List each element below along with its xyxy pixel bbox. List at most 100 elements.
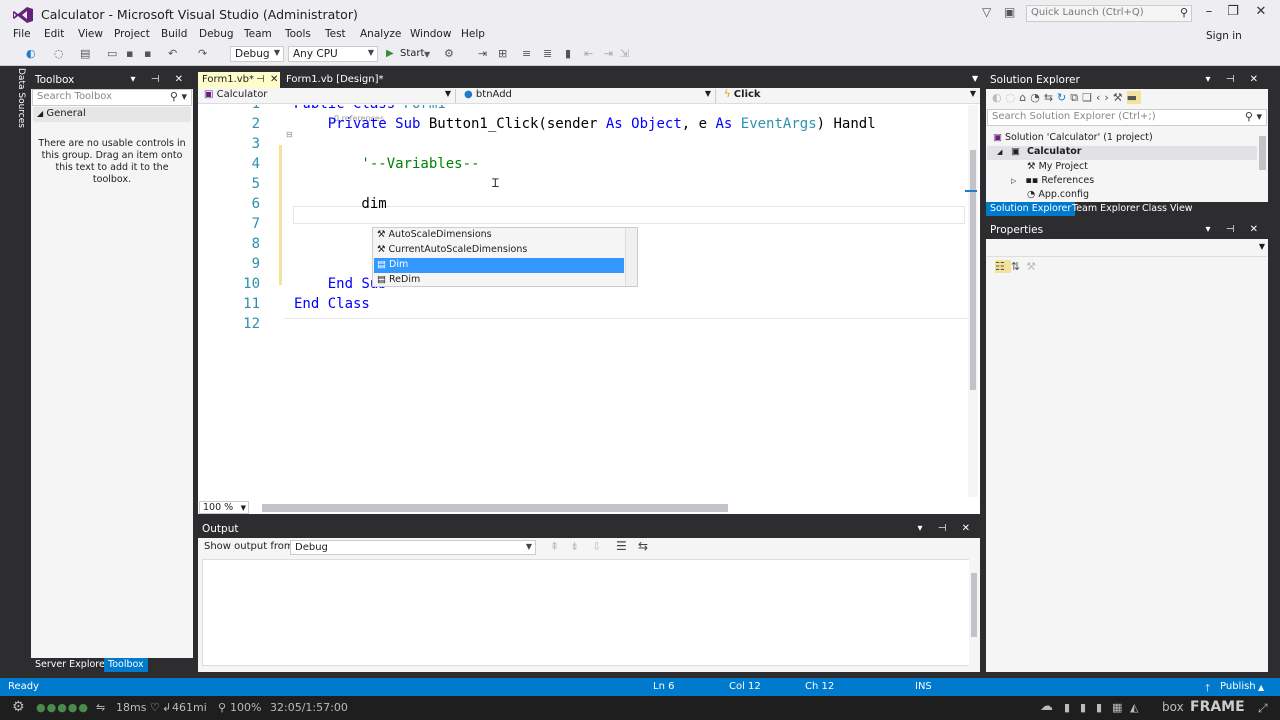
start-play-icon[interactable]: ▶: [386, 48, 394, 59]
comment-icon[interactable]: ≡: [522, 47, 531, 60]
tab-toolbox[interactable]: Toolbox: [104, 658, 148, 672]
menu-team[interactable]: Team: [244, 28, 272, 40]
collapse-icon[interactable]: ⊟: [286, 130, 293, 139]
tree-node-app-config[interactable]: ◔ App.config: [1027, 189, 1089, 200]
pin-icon[interactable]: ⊣: [256, 74, 265, 85]
tree-node-solution[interactable]: ▣ Solution 'Calculator' (1 project): [993, 132, 1153, 143]
tab-server-explorer[interactable]: Server Explorer: [31, 658, 113, 672]
data-sources-tab[interactable]: Data Sources: [10, 68, 26, 128]
code-line[interactable]: '--Variables--: [294, 156, 479, 172]
properties-wrench-icon[interactable]: ⚒: [1113, 91, 1127, 104]
forward-icon[interactable]: ◌: [1006, 91, 1020, 104]
panel-window-buttons[interactable]: ▾ ⊣ ✕: [1206, 224, 1264, 235]
prev-message-icon[interactable]: ⇞: [550, 540, 559, 553]
save-all-icon[interactable]: ▪: [144, 47, 151, 60]
sync-icon[interactable]: ⇆: [1044, 91, 1057, 104]
feedback-icon[interactable]: ▣: [1004, 5, 1015, 19]
code-area[interactable]: ⊟ 0 references 123456789101112 Public Cl…: [198, 105, 968, 499]
horizontal-scrollbar-thumb[interactable]: [262, 504, 728, 512]
tree-node-references[interactable]: ▷ ▪▪ References: [1011, 175, 1094, 186]
tab-solution-explorer[interactable]: Solution Explorer: [986, 202, 1076, 216]
minimize-button[interactable]: –: [1198, 4, 1220, 19]
panel-window-buttons[interactable]: ▾ ⊣ ✕: [131, 74, 189, 85]
home-icon[interactable]: ⌂: [1019, 91, 1030, 104]
filter-icon[interactable]: ▽: [982, 5, 991, 19]
code-line[interactable]: End Class: [294, 296, 370, 312]
chevron-up-icon[interactable]: ▲: [1258, 683, 1264, 692]
tab-team-explorer[interactable]: Team Explorer: [1068, 202, 1144, 216]
word-wrap-icon[interactable]: ⇆: [638, 539, 648, 553]
quick-launch-input[interactable]: Quick Launch (Ctrl+Q) ⚲: [1026, 5, 1192, 22]
start-button[interactable]: Start: [400, 48, 424, 59]
bookmark-icon[interactable]: ▮: [565, 47, 571, 60]
menu-project[interactable]: Project: [114, 28, 150, 40]
next-bookmark-icon[interactable]: ⇥: [604, 47, 613, 60]
menu-analyze[interactable]: Analyze: [360, 28, 401, 40]
intellisense-item[interactable]: ⚒ AutoScaleDimensions: [374, 228, 624, 243]
panel-window-buttons[interactable]: ▾ ⊣ ✕: [918, 523, 976, 534]
refresh-icon[interactable]: ↻: [1057, 91, 1070, 104]
tab-form1-vb[interactable]: Form1.vb* ⊣ ✕: [198, 72, 280, 88]
menu-help[interactable]: Help: [461, 28, 485, 40]
menu-debug[interactable]: Debug: [199, 28, 234, 40]
breakpoint-icon[interactable]: ⊞: [498, 47, 507, 60]
popup-scrollbar[interactable]: [625, 228, 637, 286]
close-button[interactable]: ✕: [1250, 4, 1272, 19]
output-scrollbar[interactable]: [969, 559, 979, 666]
history-icon[interactable]: ◔: [1030, 91, 1044, 104]
attach-icon[interactable]: ⚙: [444, 47, 454, 60]
expand-icon[interactable]: ⤢: [1258, 701, 1268, 716]
zoom-select[interactable]: 100 % ▼: [199, 501, 249, 514]
find-message-icon[interactable]: ⇩: [592, 540, 601, 553]
publish-button[interactable]: Publish: [1220, 681, 1256, 692]
editor-vertical-scrollbar[interactable]: [965, 105, 978, 497]
menu-file[interactable]: File: [13, 28, 31, 40]
prev-bookmark-icon[interactable]: ⇤: [584, 47, 593, 60]
solution-configuration-select[interactable]: Debug ▼: [230, 46, 284, 62]
step-icon[interactable]: ⇥: [478, 47, 487, 60]
categorized-icon[interactable]: ☷: [995, 260, 1011, 273]
back-icon[interactable]: ◐: [992, 91, 1006, 104]
scrollbar-thumb[interactable]: [971, 573, 977, 637]
uncomment-icon[interactable]: ≣: [543, 47, 552, 60]
tree-node-my-project[interactable]: ⚒ My Project: [1027, 161, 1088, 172]
scrollbar-thumb[interactable]: [970, 150, 976, 390]
intellisense-item[interactable]: ▤ ReDim: [374, 273, 624, 288]
copy-icon[interactable]: ❏: [1082, 91, 1096, 104]
tab-class-view[interactable]: Class View: [1138, 202, 1197, 216]
forward-icon[interactable]: ◌: [54, 47, 64, 60]
solution-tree-scrollbar[interactable]: [1258, 128, 1267, 200]
menu-edit[interactable]: Edit: [44, 28, 64, 40]
menu-build[interactable]: Build: [161, 28, 187, 40]
alphabetical-icon[interactable]: ⇅: [1011, 260, 1026, 273]
object-dropdown[interactable]: ● btnAdd ▼: [460, 89, 716, 103]
close-tab-icon[interactable]: ✕: [270, 74, 278, 85]
clear-bookmarks-icon[interactable]: ⇲: [620, 47, 629, 60]
output-source-select[interactable]: Debug ▼: [290, 540, 536, 555]
code-line[interactable]: Private Sub Button1_Click(sender As Obje…: [294, 116, 876, 132]
back-icon[interactable]: ◐: [26, 47, 36, 60]
undo-icon[interactable]: ↶: [168, 47, 177, 60]
tree-node-calculator[interactable]: ◢ ▣ Calculator: [987, 146, 1257, 160]
tab-overflow-icon[interactable]: ▼: [968, 72, 982, 88]
solution-explorer-search-input[interactable]: Search Solution Explorer (Ctrl+;) ⚲ ▾: [987, 109, 1267, 126]
intellisense-item[interactable]: ▤ Dim: [374, 258, 624, 273]
sign-in-link[interactable]: Sign in: [1206, 30, 1242, 42]
output-text-area[interactable]: [202, 559, 970, 666]
intellisense-item[interactable]: ⚒ CurrentAutoScaleDimensions: [374, 243, 624, 258]
menu-test[interactable]: Test: [325, 28, 346, 40]
gear-icon[interactable]: ⚙: [12, 699, 25, 715]
scrollbar-thumb[interactable]: [1259, 136, 1266, 170]
panel-window-buttons[interactable]: ▾ ⊣ ✕: [1206, 74, 1264, 85]
redo-icon[interactable]: ↷: [198, 47, 207, 60]
maximize-button[interactable]: ❐: [1222, 4, 1244, 19]
save-icon[interactable]: ▪: [126, 47, 133, 60]
preview-icon[interactable]: ▬: [1126, 91, 1142, 104]
class-dropdown[interactable]: ▣ Calculator ▼: [200, 89, 456, 103]
code-line[interactable]: Public Class Form1: [294, 105, 446, 112]
view-code-icon[interactable]: ‹›: [1096, 91, 1113, 104]
open-file-icon[interactable]: ▭: [107, 47, 117, 60]
collapse-all-icon[interactable]: ⧉: [1070, 91, 1082, 104]
chevron-down-icon[interactable]: ▼: [424, 50, 430, 59]
tab-form1-design[interactable]: Form1.vb [Design]*: [282, 72, 388, 88]
